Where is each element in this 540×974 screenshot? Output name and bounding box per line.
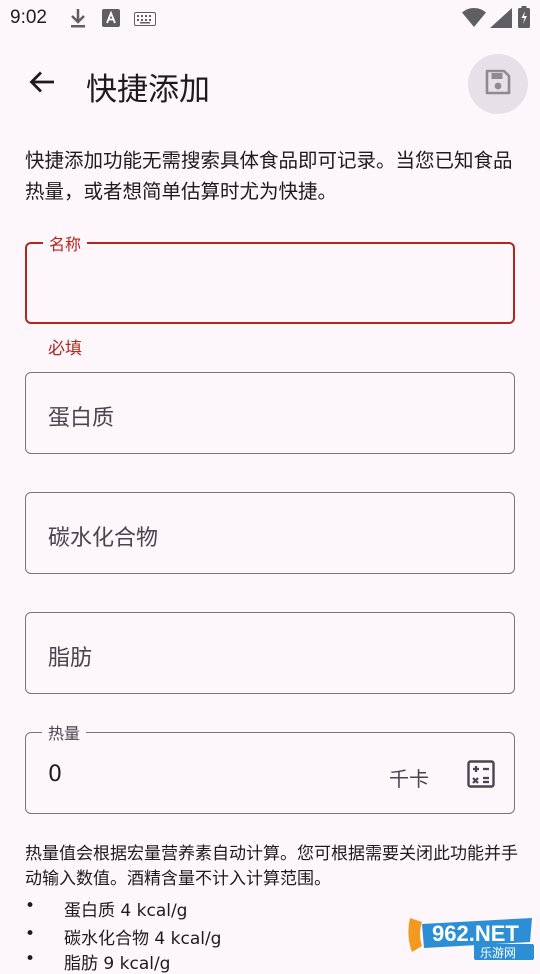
fat-field-placeholder: 脂肪	[48, 646, 93, 671]
bullet-text: 脂肪 9 kcal/g	[64, 954, 171, 974]
a-square-icon	[102, 9, 120, 31]
keyboard-icon	[134, 11, 156, 30]
arrow-left-icon	[28, 68, 56, 100]
status-time: 9:02	[10, 7, 47, 28]
protein-field-placeholder: 蛋白质	[48, 406, 115, 431]
calories-field-label: 热量	[42, 720, 87, 744]
watermark-logo: 962.NET 乐游网	[402, 912, 536, 960]
calories-field[interactable]: 热量 0 千卡	[25, 720, 515, 814]
save-icon	[484, 68, 512, 100]
fat-field[interactable]: 脂肪	[25, 612, 515, 694]
calculator-icon[interactable]	[466, 759, 496, 789]
name-field[interactable]: 名称	[25, 231, 515, 324]
calculation-note: 热量值会根据宏量营养素自动计算。您可根据需要关闭此功能并手动输入数值。酒精含量不…	[25, 844, 518, 889]
carbs-field-placeholder: 碳水化合物	[48, 526, 159, 551]
battery-icon	[518, 6, 530, 32]
app-bar: 快捷添加	[0, 36, 540, 132]
bullet-dot: •	[25, 924, 36, 944]
intro-text: 快捷添加功能无需搜索具体食品即可记录。当您已知食品热量，或者想简单估算时尤为快捷…	[25, 149, 513, 203]
name-field-label: 名称	[43, 231, 88, 255]
name-error-text: 必填	[48, 339, 82, 359]
calories-unit-suffix: 千卡	[389, 767, 429, 791]
svg-text:962.NET: 962.NET	[432, 921, 519, 946]
page-title: 快捷添加	[86, 72, 210, 108]
bullet-text: 碳水化合物 4 kcal/g	[64, 929, 222, 949]
calories-field-value: 0	[48, 762, 62, 787]
bullet-dot: •	[25, 949, 36, 969]
download-icon	[68, 7, 88, 33]
status-bar: 9:02	[0, 0, 540, 36]
svg-text:乐游网: 乐游网	[480, 946, 516, 960]
save-button[interactable]	[468, 54, 528, 114]
protein-field[interactable]: 蛋白质	[25, 372, 515, 454]
back-button[interactable]	[18, 60, 66, 108]
wifi-icon	[462, 7, 486, 32]
bullet-text: 蛋白质 4 kcal/g	[64, 901, 188, 921]
signal-icon	[490, 8, 512, 32]
bullet-dot: •	[25, 896, 36, 916]
carbs-field[interactable]: 碳水化合物	[25, 492, 515, 574]
